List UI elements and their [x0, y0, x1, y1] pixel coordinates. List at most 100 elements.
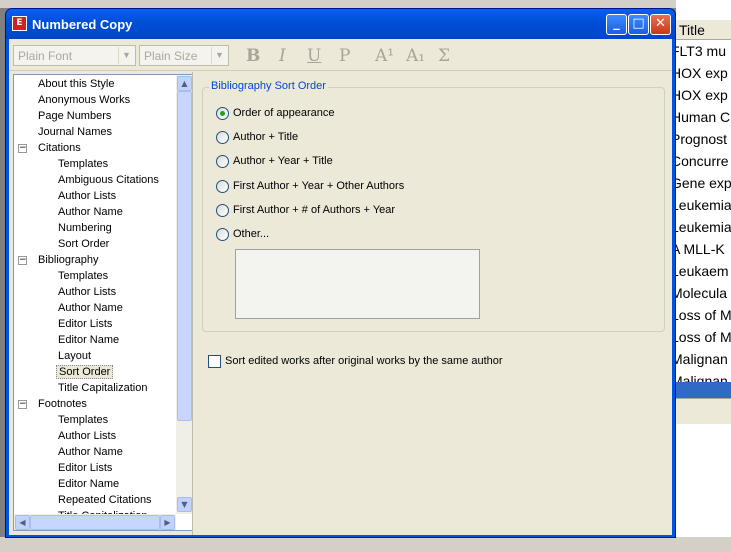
background-column-header[interactable]: Title [676, 20, 731, 40]
tree-horizontal-scrollbar[interactable]: ◀ ▶ [14, 514, 176, 530]
tree-item[interactable]: Templates [56, 268, 110, 284]
column-header-label: Title [679, 22, 705, 38]
chevron-down-icon: ▼ [211, 47, 227, 64]
collapse-icon[interactable]: − [18, 256, 27, 265]
minimize-button[interactable]: _ [606, 14, 627, 35]
format-toolbar: Plain Font ▼ Plain Size ▼ B I U P A¹ A₁ … [9, 39, 672, 71]
tree-item[interactable]: Author Name [56, 300, 125, 316]
other-sort-textarea[interactable] [235, 249, 480, 319]
radio-label: Order of appearance [233, 107, 335, 119]
background-row[interactable]: Loss of M [671, 304, 731, 326]
collapse-icon[interactable]: − [18, 144, 27, 153]
background-row[interactable]: Gene exp [671, 172, 731, 194]
maximize-button[interactable]: □ [628, 14, 649, 35]
font-dropdown[interactable]: Plain Font ▼ [13, 45, 136, 66]
tree-item-label: Author Lists [58, 286, 117, 298]
tree-item-label: Editor Lists [58, 462, 113, 474]
sort-order-group: Bibliography Sort Order Order of appeara… [202, 80, 665, 332]
background-row[interactable]: Loss of M [671, 326, 731, 348]
background-row[interactable]: Leukemia [671, 194, 731, 216]
background-row[interactable]: Malignan [671, 348, 731, 370]
checkbox-label: Sort edited works after original works b… [225, 355, 503, 367]
tree-item-label: Citations [38, 142, 81, 154]
tree-item[interactable]: Editor Lists [56, 316, 114, 332]
close-button[interactable]: ✕ [650, 14, 671, 35]
title-bar[interactable]: E Numbered Copy _ □ ✕ [6, 9, 675, 39]
scroll-left-icon[interactable]: ◀ [15, 515, 30, 530]
tree-item[interactable]: Footnotes [36, 396, 89, 412]
plain-button[interactable]: P [339, 46, 350, 66]
background-row[interactable]: Human C [671, 106, 731, 128]
tree-item-label: Footnotes [38, 398, 87, 410]
tree-item-label: Page Numbers [38, 110, 112, 122]
radio-button[interactable] [216, 204, 229, 217]
radio-label: Author + Title [233, 131, 299, 143]
radio-button[interactable] [216, 107, 229, 120]
tree-item[interactable]: Editor Name [56, 476, 121, 492]
collapse-icon[interactable]: − [18, 400, 27, 409]
superscript-button[interactable]: A¹ [375, 46, 394, 66]
radio-label: First Author + Year + Other Authors [233, 180, 405, 192]
background-row[interactable]: Leukemia [671, 216, 731, 238]
tree-item-label: Editor Name [58, 334, 120, 346]
underline-button[interactable]: U [307, 46, 321, 66]
tree-item[interactable]: Sort Order [56, 236, 111, 252]
size-dropdown[interactable]: Plain Size ▼ [139, 45, 229, 66]
background-row[interactable]: HOX exp [671, 62, 731, 84]
tree-item[interactable]: Sort Order [56, 364, 114, 380]
radio-label: First Author + # of Authors + Year [233, 204, 396, 216]
tree-vertical-scrollbar[interactable]: ▲ ▼ [176, 75, 192, 514]
tree-item[interactable]: Citations [36, 140, 83, 156]
scroll-down-icon[interactable]: ▼ [177, 497, 192, 512]
background-selected-row [676, 382, 731, 398]
radio-button[interactable] [216, 228, 229, 241]
tree-item-label: Ambiguous Citations [58, 174, 159, 186]
tree-item[interactable]: Author Name [56, 444, 125, 460]
radio-button[interactable] [216, 155, 229, 168]
background-row[interactable]: Concurre [671, 150, 731, 172]
tree-item[interactable]: Templates [56, 156, 110, 172]
tree-item[interactable]: Templates [56, 412, 110, 428]
chevron-down-icon: ▼ [118, 47, 134, 64]
tree-item[interactable]: About this Style [36, 76, 116, 92]
style-tree: About this Style Anonymous Works Page Numb… [13, 74, 193, 531]
horizontal-scroll-thumb[interactable] [30, 515, 160, 530]
tree-item[interactable]: Repeated Citations [56, 492, 154, 508]
tree-item[interactable]: Numbering [56, 220, 114, 236]
tree-item-label: Title Capitalization [58, 382, 148, 394]
background-row[interactable]: Prognost [671, 128, 731, 150]
tree-item[interactable]: Title Capitalization [56, 380, 149, 396]
tree-item[interactable]: Author Lists [56, 428, 118, 444]
radio-button[interactable] [216, 180, 229, 193]
background-row[interactable]: FLT3 mu [671, 40, 731, 62]
tree-item[interactable]: Bibliography [36, 252, 101, 268]
scroll-right-icon[interactable]: ▶ [160, 515, 175, 530]
tree-item[interactable]: Ambiguous Citations [56, 172, 161, 188]
vertical-scroll-thumb[interactable] [177, 91, 192, 421]
tree-item[interactable]: Layout [56, 348, 93, 364]
tree-item[interactable]: Author Lists [56, 284, 118, 300]
radio-button[interactable] [216, 131, 229, 144]
background-row[interactable]: Leukaem [671, 260, 731, 282]
tree-item[interactable]: Journal Names [36, 124, 114, 140]
tree-item-label: Author Lists [58, 190, 117, 202]
tree-item-label: Journal Names [38, 126, 112, 138]
background-app-toolbar [0, 0, 731, 8]
scroll-up-icon[interactable]: ▲ [177, 76, 192, 91]
background-row[interactable]: A MLL-K [671, 238, 731, 260]
symbol-button[interactable]: Σ [438, 46, 450, 66]
tree-item-label: Author Name [58, 206, 123, 218]
subscript-button[interactable]: A₁ [406, 46, 425, 66]
tree-item[interactable]: Anonymous Works [36, 92, 132, 108]
tree-item-label: Editor Name [58, 478, 120, 490]
tree-item[interactable]: Page Numbers [36, 108, 113, 124]
background-row[interactable]: HOX exp [671, 84, 731, 106]
italic-button[interactable]: I [279, 46, 286, 66]
tree-item[interactable]: Editor Name [56, 332, 121, 348]
checkbox-box[interactable] [208, 355, 221, 368]
tree-item[interactable]: Author Name [56, 204, 125, 220]
background-row[interactable]: Molecula [671, 282, 731, 304]
tree-item[interactable]: Author Lists [56, 188, 118, 204]
bold-button[interactable]: B [246, 46, 260, 66]
tree-item[interactable]: Editor Lists [56, 460, 114, 476]
